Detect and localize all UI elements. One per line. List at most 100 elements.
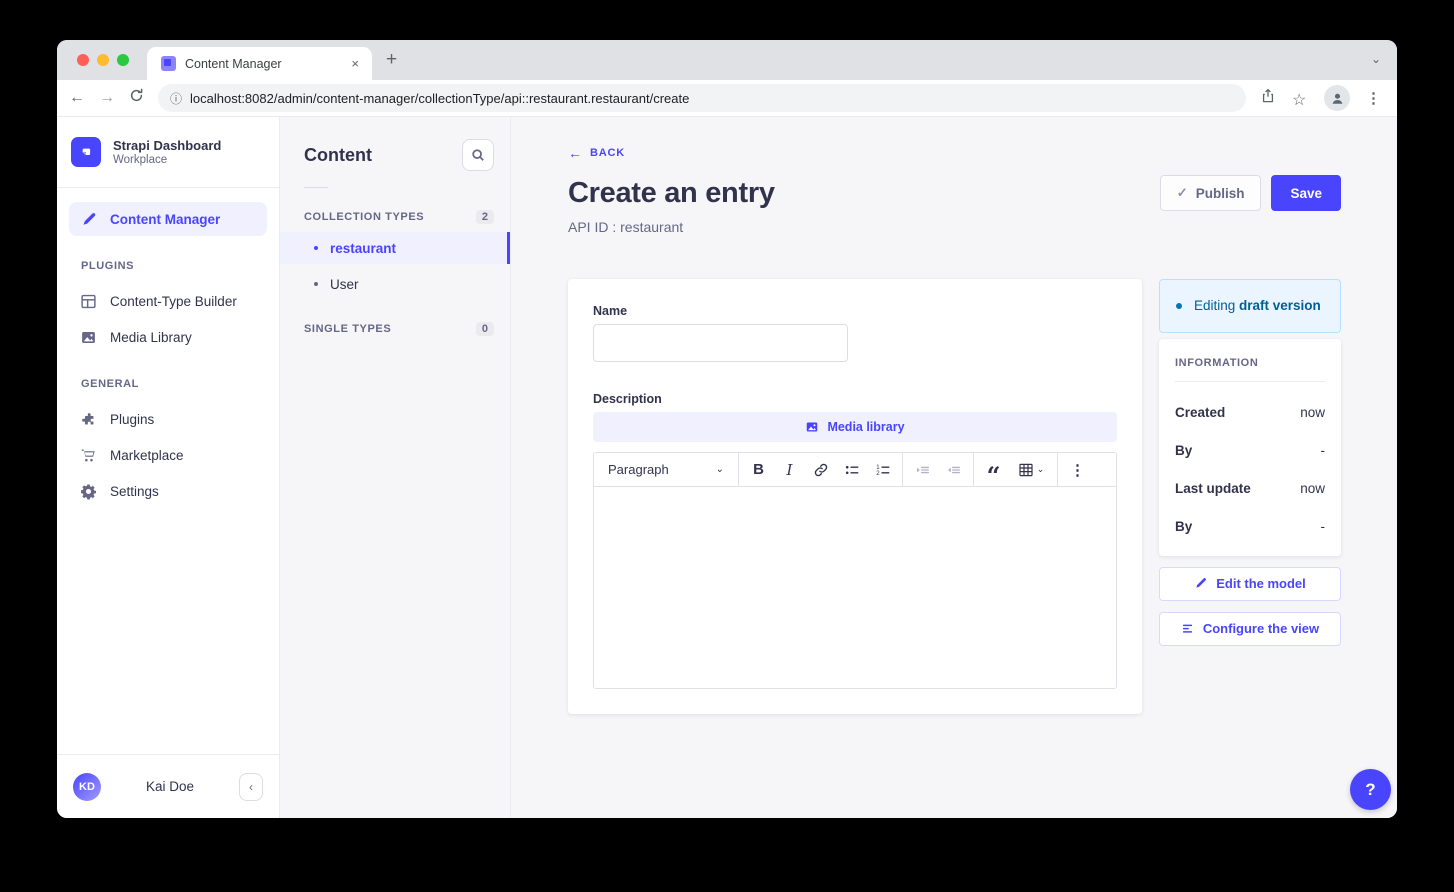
sidebar-item-settings[interactable]: Settings bbox=[69, 474, 267, 508]
indent-button[interactable] bbox=[907, 456, 938, 484]
subnav-item-restaurant[interactable]: restaurant bbox=[280, 232, 510, 264]
info-label: Created bbox=[1175, 405, 1225, 420]
browser-actions: ☆ ⋮ bbox=[1260, 85, 1385, 111]
brand[interactable]: Strapi Dashboard Workplace bbox=[57, 117, 279, 187]
sidebar-item-content-type-builder[interactable]: Content-Type Builder bbox=[69, 284, 267, 318]
back-label: BACK bbox=[590, 147, 625, 159]
svg-text:2: 2 bbox=[876, 471, 880, 477]
site-info-icon[interactable]: ⓘ bbox=[170, 90, 182, 107]
layout-icon bbox=[79, 292, 97, 310]
browser-back-icon[interactable]: ← bbox=[69, 89, 85, 107]
editing-text: Editing bbox=[1194, 298, 1239, 313]
browser-window: Content Manager × + ⌄ ← → ⓘ localhost:80… bbox=[57, 40, 1397, 818]
share-icon[interactable] bbox=[1260, 88, 1276, 109]
help-button[interactable]: ? bbox=[1350, 769, 1391, 810]
bullet-icon bbox=[314, 246, 318, 250]
tab-search-chevron-icon[interactable]: ⌄ bbox=[1371, 52, 1381, 66]
user-avatar[interactable]: KD bbox=[73, 773, 101, 801]
tab-title: Content Manager bbox=[185, 57, 339, 71]
link-button[interactable] bbox=[805, 456, 836, 484]
toolbar-separator bbox=[902, 453, 903, 487]
chevron-down-icon: ⌄ bbox=[1037, 464, 1045, 475]
info-value: - bbox=[1321, 443, 1326, 458]
cart-icon bbox=[79, 446, 97, 464]
sidebar-item-label: Plugins bbox=[110, 412, 154, 427]
address-bar[interactable]: ⓘ localhost:8082/admin/content-manager/c… bbox=[158, 84, 1246, 112]
browser-tab[interactable]: Content Manager × bbox=[147, 47, 372, 80]
maximize-window-button[interactable] bbox=[117, 54, 129, 66]
publish-button[interactable]: ✓ Publish bbox=[1160, 175, 1262, 211]
info-label: By bbox=[1175, 443, 1192, 458]
italic-button[interactable]: I bbox=[774, 456, 805, 484]
name-input[interactable] bbox=[593, 324, 848, 362]
subnav-item-user[interactable]: User bbox=[280, 268, 510, 300]
gear-icon bbox=[79, 482, 97, 500]
collapse-sidebar-button[interactable]: ‹ bbox=[239, 773, 263, 801]
sidebar-item-label: Marketplace bbox=[110, 448, 184, 463]
tab-close-icon[interactable]: × bbox=[348, 56, 362, 71]
sidebar-item-media-library[interactable]: Media Library bbox=[69, 320, 267, 354]
bullet-list-button[interactable] bbox=[836, 456, 867, 484]
subnav-item-label: User bbox=[330, 277, 359, 292]
edit-model-button[interactable]: Edit the model bbox=[1159, 567, 1341, 601]
image-icon bbox=[79, 328, 97, 346]
single-types-label: SINGLE TYPES bbox=[304, 323, 391, 335]
api-id-subtitle: API ID : restaurant bbox=[568, 219, 1341, 235]
page-title: Create an entry bbox=[568, 177, 775, 210]
brand-title: Strapi Dashboard bbox=[113, 138, 221, 155]
draft-version-text: draft version bbox=[1239, 298, 1321, 313]
user-name: Kai Doe bbox=[111, 779, 229, 794]
browser-refresh-icon[interactable] bbox=[129, 88, 144, 108]
bookmark-star-icon[interactable]: ☆ bbox=[1292, 90, 1308, 106]
close-window-button[interactable] bbox=[77, 54, 89, 66]
more-options-button[interactable]: ⋮ bbox=[1062, 456, 1093, 484]
info-row-created-by: By - bbox=[1175, 443, 1325, 458]
browser-forward-icon[interactable]: → bbox=[99, 89, 115, 107]
bold-button[interactable]: B bbox=[743, 456, 774, 484]
sidebar-item-content-manager[interactable]: Content Manager bbox=[69, 202, 267, 236]
information-card: INFORMATION Created now By - Last update bbox=[1159, 339, 1341, 556]
puzzle-icon bbox=[79, 410, 97, 428]
strapi-logo-icon bbox=[71, 137, 101, 167]
single-types-header: SINGLE TYPES 0 bbox=[280, 322, 510, 336]
sidebar-item-marketplace[interactable]: Marketplace bbox=[69, 438, 267, 472]
info-value: now bbox=[1300, 405, 1325, 420]
numbered-list-button[interactable]: 12 bbox=[867, 456, 898, 484]
main-content: ← BACK Create an entry ✓ Publish Save AP… bbox=[511, 117, 1397, 818]
configure-lines-icon bbox=[1181, 622, 1194, 635]
configure-view-label: Configure the view bbox=[1203, 621, 1319, 636]
bullet-icon bbox=[314, 282, 318, 286]
collection-types-count-badge: 2 bbox=[476, 210, 494, 224]
nav-section-general: GENERAL bbox=[81, 378, 267, 390]
paragraph-style-select[interactable]: Paragraph ⌄ bbox=[600, 453, 734, 486]
collection-types-label: COLLECTION TYPES bbox=[304, 211, 424, 223]
table-button[interactable]: ⌄ bbox=[1009, 456, 1053, 484]
minimize-window-button[interactable] bbox=[97, 54, 109, 66]
description-textarea[interactable] bbox=[594, 487, 1116, 688]
search-icon bbox=[471, 148, 485, 162]
browser-profile-icon[interactable] bbox=[1324, 85, 1350, 111]
save-button[interactable]: Save bbox=[1271, 175, 1341, 211]
content-subnav: Content COLLECTION TYPES 2 restaurant Us… bbox=[280, 117, 511, 818]
media-library-button[interactable]: Media library bbox=[593, 412, 1117, 442]
new-tab-button[interactable]: + bbox=[386, 49, 397, 71]
back-link[interactable]: ← BACK bbox=[568, 145, 625, 161]
info-value: - bbox=[1321, 519, 1326, 534]
configure-view-button[interactable]: Configure the view bbox=[1159, 612, 1341, 646]
subnav-item-label: restaurant bbox=[330, 241, 396, 256]
outdent-button[interactable] bbox=[938, 456, 969, 484]
toolbar-separator bbox=[973, 453, 974, 487]
search-button[interactable] bbox=[462, 139, 494, 171]
sidebar-item-plugins[interactable]: Plugins bbox=[69, 402, 267, 436]
browser-tab-strip: Content Manager × + ⌄ bbox=[57, 40, 1397, 80]
browser-menu-icon[interactable]: ⋮ bbox=[1366, 89, 1381, 107]
bullet-list-icon bbox=[844, 462, 860, 478]
pen-icon bbox=[79, 210, 97, 228]
blockquote-button[interactable]: “ bbox=[978, 456, 1009, 484]
info-value: now bbox=[1300, 481, 1325, 496]
publish-label: Publish bbox=[1196, 186, 1245, 201]
strapi-app: Strapi Dashboard Workplace Content Manag… bbox=[57, 117, 1397, 818]
info-row-updated-by: By - bbox=[1175, 519, 1325, 534]
sidebar-item-label: Content-Type Builder bbox=[110, 294, 237, 309]
window-controls bbox=[57, 54, 147, 66]
